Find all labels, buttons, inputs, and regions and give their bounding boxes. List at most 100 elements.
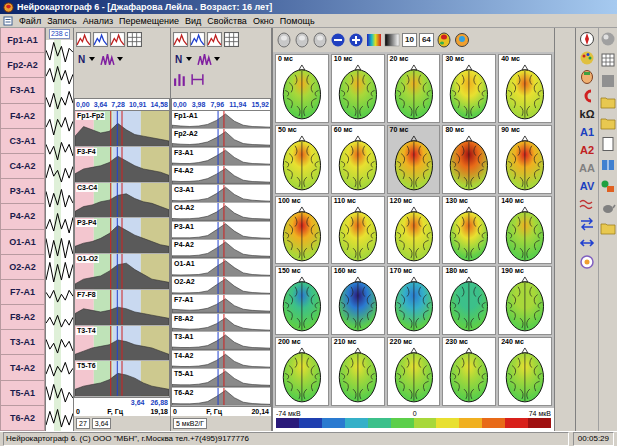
electrode-count-button[interactable]: 10: [402, 33, 417, 47]
channel-label[interactable]: C3-A1: [0, 129, 45, 154]
brain-map-tile[interactable]: 70 мс: [387, 125, 441, 194]
spectrum-row[interactable]: T6-A2: [172, 388, 270, 406]
normalize-button[interactable]: N: [76, 54, 87, 65]
channel-label[interactable]: T5-A1: [0, 381, 45, 406]
spectrum-chart-icon[interactable]: [173, 32, 188, 47]
normalize-button[interactable]: N: [173, 54, 184, 65]
menu-item[interactable]: Запись: [47, 15, 77, 27]
head-map-icon[interactable]: [454, 32, 470, 48]
bars-icon[interactable]: [173, 72, 188, 87]
zoom-out-icon[interactable]: [330, 32, 346, 48]
spectrum-row[interactable]: C3-C4: [75, 183, 169, 219]
folder-icon[interactable]: [600, 220, 616, 236]
book-icon[interactable]: [600, 157, 616, 173]
spectrum-row[interactable]: F4-A2: [172, 166, 270, 184]
folder-icon[interactable]: [600, 115, 616, 131]
spectrum-chart-icon[interactable]: [110, 32, 125, 47]
brain-map-tile[interactable]: 80 мс: [442, 125, 496, 194]
reference-button[interactable]: kΩ: [580, 107, 595, 122]
peaks-icon[interactable]: [100, 52, 115, 67]
spectrum-row[interactable]: P4-A2: [172, 240, 270, 258]
dropdown-arrow-icon[interactable]: [214, 57, 220, 61]
menu-item[interactable]: Перемещение: [119, 15, 179, 27]
brain-map-tile[interactable]: 90 мс: [498, 125, 552, 194]
grid-icon[interactable]: [127, 32, 142, 47]
brain-map-tile[interactable]: 100 мс: [275, 196, 329, 265]
spectrum-row[interactable]: O1-A1: [172, 259, 270, 277]
channel-label[interactable]: T6-A2: [0, 406, 45, 431]
channel-label[interactable]: Fp1-A1: [0, 28, 45, 53]
channel-label[interactable]: C4-A2: [0, 154, 45, 179]
spectrum-row[interactable]: F3-A1: [172, 148, 270, 166]
brain-map-tile[interactable]: 130 мс: [442, 196, 496, 265]
rainbow-palette-icon[interactable]: [366, 32, 382, 48]
spectrum-row[interactable]: O1-O2: [75, 254, 169, 290]
brain-map-tile[interactable]: 240 мс: [498, 337, 552, 406]
spectrum-chart-icon[interactable]: [190, 32, 205, 47]
grid-icon[interactable]: [224, 32, 239, 47]
brain-map-tile[interactable]: 140 мс: [498, 196, 552, 265]
head-icon[interactable]: [579, 69, 595, 85]
channel-label[interactable]: O2-A2: [0, 255, 45, 280]
arrows-icon[interactable]: [579, 216, 595, 232]
electrode-count-button[interactable]: 64: [419, 33, 434, 47]
brain-map-tile[interactable]: 110 мс: [331, 196, 385, 265]
brain-map-tile[interactable]: 20 мс: [387, 54, 441, 123]
spectrum-row[interactable]: Fp1-Fp2: [75, 111, 169, 147]
brain-map-tile[interactable]: 40 мс: [498, 54, 552, 123]
spectrum-row[interactable]: C3-A1: [172, 185, 270, 203]
head-view-icon[interactable]: [276, 32, 292, 48]
brain-map-tile[interactable]: 180 мс: [442, 266, 496, 335]
brain-map-tile[interactable]: 230 мс: [442, 337, 496, 406]
channel-label[interactable]: F4-A2: [0, 104, 45, 129]
spectrum-chart-icon[interactable]: [93, 32, 108, 47]
channel-label[interactable]: F8-A2: [0, 305, 45, 330]
brain-map-tile[interactable]: 220 мс: [387, 337, 441, 406]
spectrum-row[interactable]: T5-A1: [172, 369, 270, 387]
brain-map-tile[interactable]: 160 мс: [331, 266, 385, 335]
teapot-icon[interactable]: [600, 199, 616, 215]
brain-map-tile[interactable]: 120 мс: [387, 196, 441, 265]
channel-label[interactable]: F3-A1: [0, 78, 45, 103]
spectrum-row[interactable]: T4-A2: [172, 351, 270, 369]
document-icon[interactable]: [600, 136, 616, 152]
peaks-icon[interactable]: [197, 52, 212, 67]
brain-map-tile[interactable]: 10 мс: [331, 54, 385, 123]
channel-label[interactable]: T3-A1: [0, 330, 45, 355]
menu-item[interactable]: Свойства: [207, 15, 247, 27]
sphere-icon[interactable]: [600, 31, 616, 47]
spectrum-row[interactable]: T5-T6: [75, 361, 169, 397]
badge-icon[interactable]: [579, 254, 595, 270]
spectrum-row[interactable]: Fp2-A2: [172, 129, 270, 147]
spectrum-row[interactable]: P3-P4: [75, 218, 169, 254]
folder-icon[interactable]: [600, 94, 616, 110]
spectrum-row[interactable]: T3-T4: [75, 326, 169, 362]
grid-icon[interactable]: [600, 52, 616, 68]
dropdown-arrow-icon[interactable]: [186, 57, 192, 61]
palette-icon[interactable]: [579, 50, 595, 66]
channel-label[interactable]: T4-A2: [0, 355, 45, 380]
spectrum-row[interactable]: O2-A2: [172, 277, 270, 295]
channel-label[interactable]: O1-A1: [0, 230, 45, 255]
brain-map-tile[interactable]: 60 мс: [331, 125, 385, 194]
compass-icon[interactable]: [579, 31, 595, 47]
spectrum-chart-icon[interactable]: [76, 32, 91, 47]
brain-map-tile[interactable]: 170 мс: [387, 266, 441, 335]
brain-map-tile[interactable]: 50 мс: [275, 125, 329, 194]
scale-field[interactable]: 3,64: [92, 418, 112, 429]
double-arrow-icon[interactable]: [579, 235, 595, 251]
channel-label[interactable]: P3-A1: [0, 179, 45, 204]
spectrum-row[interactable]: P3-A1: [172, 222, 270, 240]
spectrum-row[interactable]: F7-F8: [75, 290, 169, 326]
spectrum-chart-icon[interactable]: [207, 32, 222, 47]
brain-map-tile[interactable]: 0 мс: [275, 54, 329, 123]
channel-label[interactable]: Fp2-A2: [0, 53, 45, 78]
document-icon[interactable]: [3, 16, 13, 26]
square-icon[interactable]: [600, 73, 616, 89]
menu-item[interactable]: Файл: [19, 15, 41, 27]
dropdown-arrow-icon[interactable]: [117, 57, 123, 61]
spectrum-row[interactable]: F3-F4: [75, 147, 169, 183]
head-view-icon[interactable]: [312, 32, 328, 48]
reference-button[interactable]: AA: [579, 161, 595, 176]
waves-icon[interactable]: [579, 197, 595, 213]
